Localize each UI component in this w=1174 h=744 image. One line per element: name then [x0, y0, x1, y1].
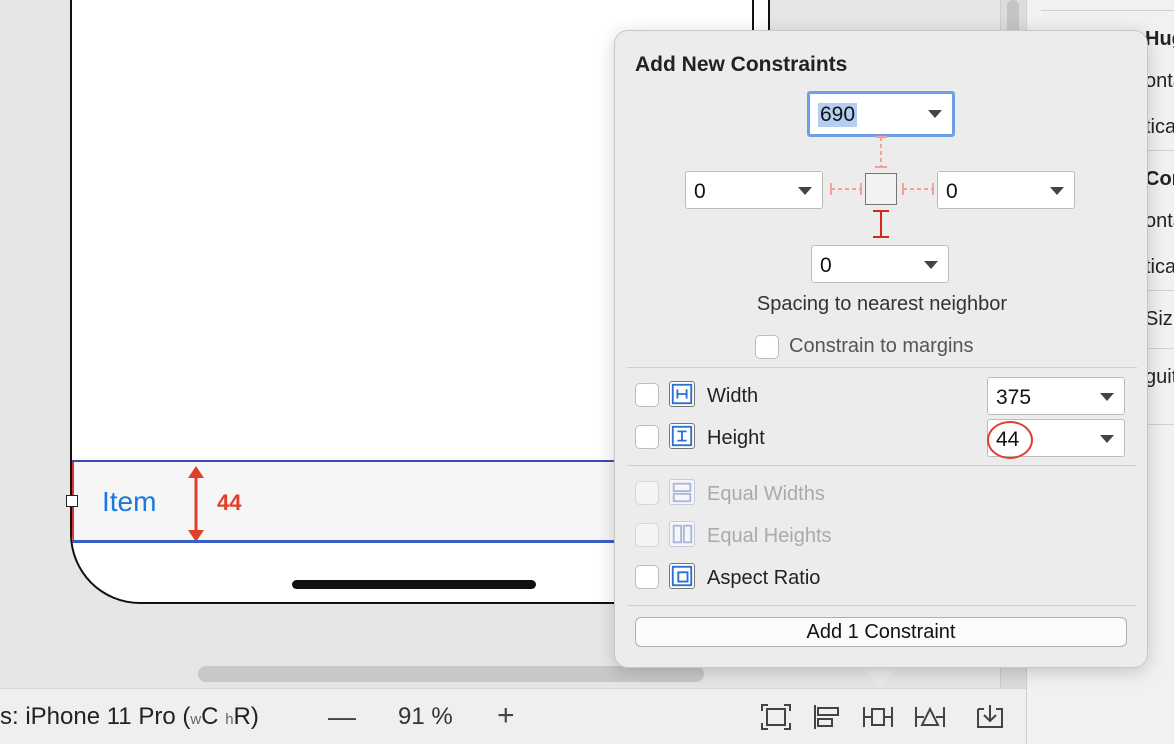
equal-widths-label[interactable]: Equal Widths: [707, 483, 825, 506]
align-icon[interactable]: [812, 703, 844, 731]
resize-handle[interactable]: [66, 495, 78, 507]
size-class-R: R): [233, 703, 259, 730]
update-frames-icon[interactable]: [760, 703, 792, 731]
bottom-constraint-toggle-icon[interactable]: [869, 209, 893, 239]
add-constraints-popover: Add New Constraints 690 0 0 0 Spacing to…: [614, 30, 1148, 668]
inspector-row: guit: [1145, 366, 1174, 388]
bottom-spacing-value[interactable]: 0: [820, 254, 832, 278]
inspector-row: Con: [1145, 168, 1174, 190]
width-value[interactable]: 375: [996, 386, 1031, 410]
right-constraint-toggle-icon[interactable]: [901, 177, 935, 201]
left-spacing-value[interactable]: 0: [694, 180, 706, 204]
chevron-down-icon[interactable]: [928, 110, 942, 118]
aspect-ratio-icon: [669, 563, 695, 589]
size-class-h: h: [225, 711, 234, 728]
popover-title: Add New Constraints: [635, 53, 848, 76]
size-class-C: C: [201, 703, 219, 730]
tab-bar-item-label[interactable]: Item: [102, 486, 156, 518]
width-icon: [669, 381, 695, 407]
equal-widths-icon: [669, 479, 695, 505]
inspector-row: onta: [1145, 70, 1174, 92]
zoom-level: 91 %: [398, 703, 453, 730]
resolve-issues-icon[interactable]: [914, 703, 946, 731]
chevron-down-icon[interactable]: [1050, 187, 1064, 195]
top-constraint-toggle-icon[interactable]: [869, 135, 893, 169]
embed-in-icon[interactable]: [974, 703, 1006, 731]
height-label[interactable]: Height: [707, 427, 765, 450]
chevron-down-icon[interactable]: [1100, 393, 1114, 401]
left-spacing-combo[interactable]: 0: [685, 171, 823, 209]
divider: [627, 465, 1137, 466]
width-checkbox[interactable]: [635, 383, 659, 407]
height-annotation: 44: [217, 490, 242, 515]
spacing-label: Spacing to nearest neighbor: [756, 293, 1008, 315]
inspector-row: onta: [1145, 210, 1174, 232]
left-constraint-toggle-icon[interactable]: [829, 177, 863, 201]
right-spacing-combo[interactable]: 0: [937, 171, 1075, 209]
chevron-down-icon[interactable]: [1100, 435, 1114, 443]
aspect-ratio-checkbox[interactable]: [635, 565, 659, 589]
width-combo[interactable]: 375: [987, 377, 1125, 415]
highlight-circle: [987, 421, 1033, 459]
constrain-margins-checkbox[interactable]: [755, 335, 779, 359]
equal-heights-checkbox[interactable]: [635, 523, 659, 547]
inspector-divider: [1041, 10, 1174, 11]
divider: [627, 367, 1137, 368]
inspector-row: Siz: [1145, 308, 1173, 330]
canvas-bottom-bar: s: iPhone 11 Pro (wC hR) — 91 % +: [0, 688, 1026, 744]
device-name: s: iPhone 11 Pro (: [0, 703, 191, 730]
add-constraints-icon[interactable]: [862, 703, 894, 731]
inspector-row: Hug: [1145, 28, 1174, 50]
equal-widths-checkbox[interactable]: [635, 481, 659, 505]
right-spacing-value[interactable]: 0: [946, 180, 958, 204]
divider: [627, 605, 1137, 606]
chevron-down-icon[interactable]: [798, 187, 812, 195]
bottom-spacing-combo[interactable]: 0: [811, 245, 949, 283]
equal-heights-label[interactable]: Equal Heights: [707, 525, 832, 548]
height-checkbox[interactable]: [635, 425, 659, 449]
device-config-label[interactable]: s: iPhone 11 Pro (wC hR): [0, 703, 259, 731]
horizontal-scrollbar[interactable]: [198, 666, 704, 682]
aspect-ratio-label[interactable]: Aspect Ratio: [707, 567, 820, 590]
zoom-out-button[interactable]: —: [328, 701, 356, 733]
top-spacing-combo[interactable]: 690: [807, 91, 955, 137]
constrain-margins-label[interactable]: Constrain to margins: [789, 335, 974, 358]
popover-arrow: [862, 666, 898, 688]
inspector-row: tica: [1145, 256, 1174, 278]
height-icon: [669, 423, 695, 449]
width-label[interactable]: Width: [707, 385, 758, 408]
top-spacing-value[interactable]: 690: [818, 103, 858, 127]
equal-heights-icon: [669, 521, 695, 547]
chevron-down-icon[interactable]: [924, 261, 938, 269]
home-indicator: [292, 580, 536, 589]
add-constraint-button[interactable]: Add 1 Constraint: [635, 617, 1127, 647]
zoom-in-button[interactable]: +: [497, 699, 515, 733]
inspector-row: tica: [1145, 116, 1174, 138]
height-arrow-icon: [188, 466, 204, 542]
size-class-w: w: [190, 711, 202, 728]
selected-view-box: [865, 173, 897, 205]
